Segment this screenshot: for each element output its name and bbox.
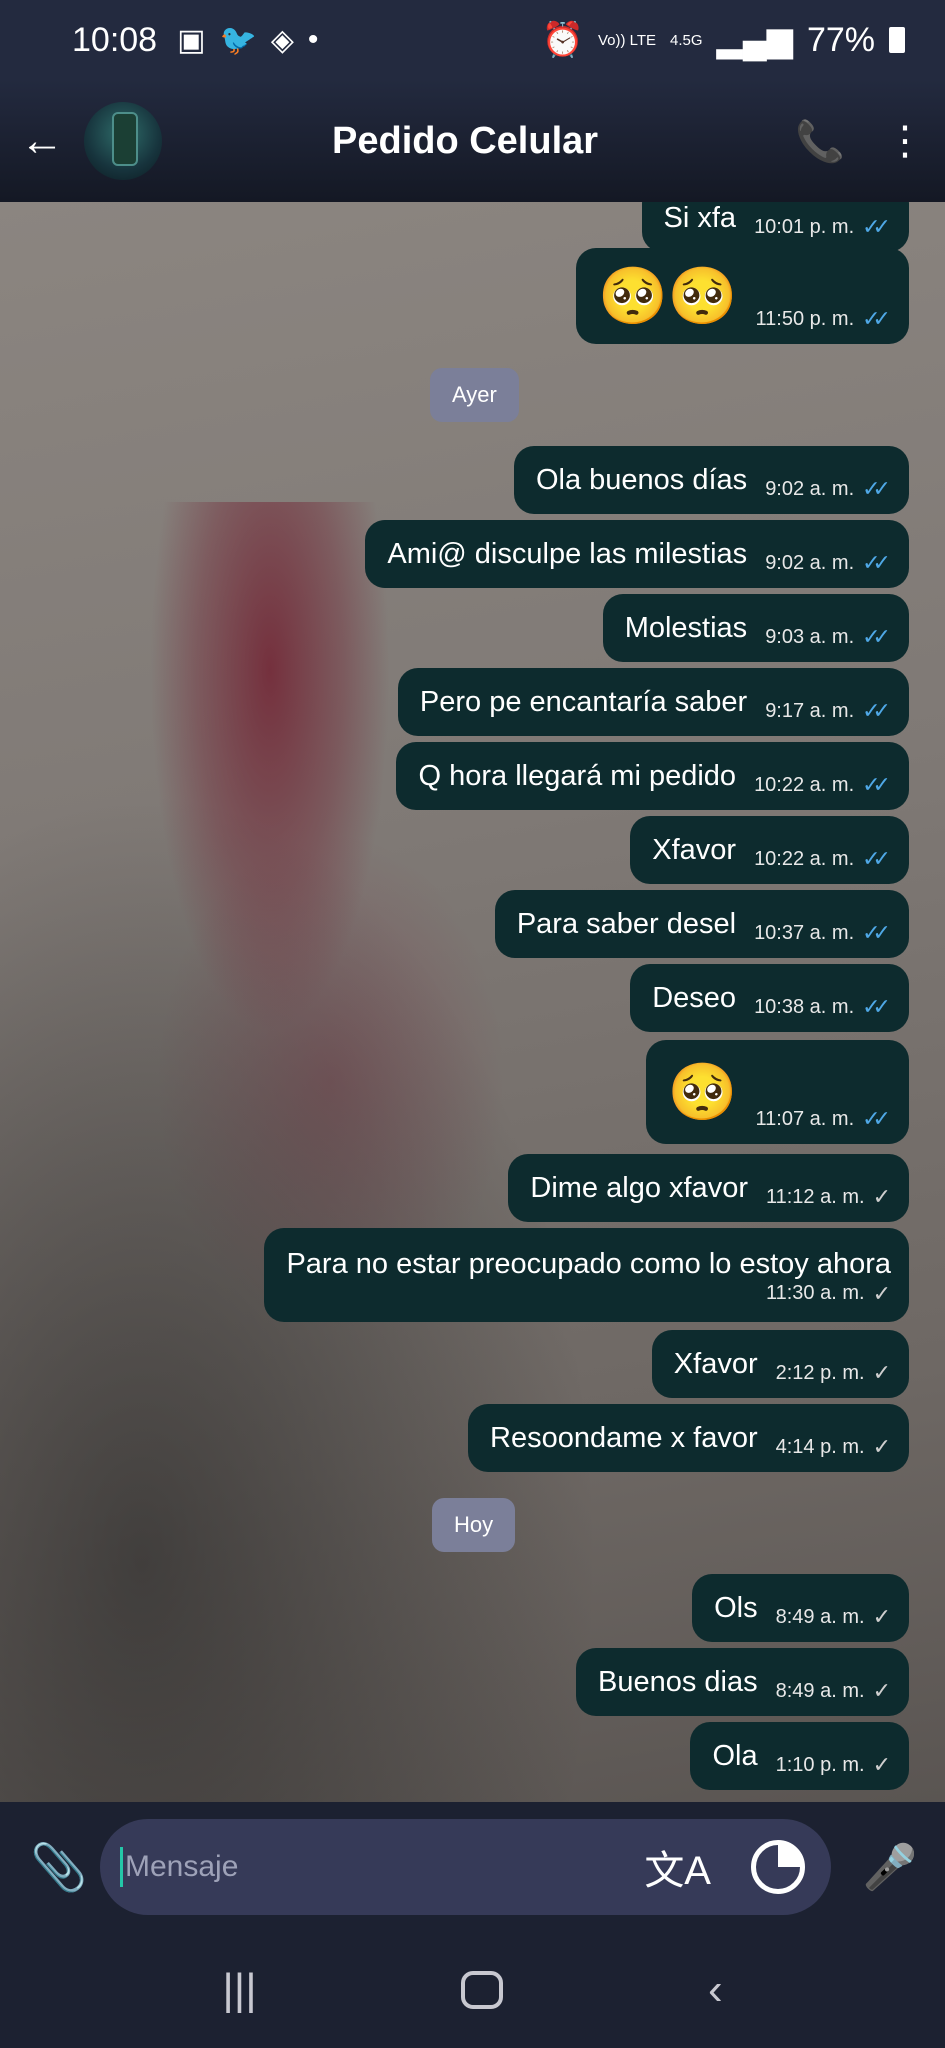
sent-tick-icon: ✓ xyxy=(872,1360,891,1385)
read-receipt-icon: ✓✓ xyxy=(862,1106,891,1131)
sent-tick-icon: ✓ xyxy=(872,1184,891,1209)
chat-title[interactable]: Pedido Celular xyxy=(332,120,755,163)
image-icon: ▣ xyxy=(177,23,206,57)
message-bubble[interactable]: Xfavor 2:12 p. m. ✓ xyxy=(651,1330,909,1398)
back-arrow-icon[interactable]: ← xyxy=(20,116,70,166)
read-receipt-icon: ✓✓ xyxy=(862,994,891,1019)
date-divider: Ayer xyxy=(430,368,519,422)
alarm-icon: ⏰ xyxy=(541,21,584,59)
date-divider: Hoy xyxy=(432,1498,516,1552)
battery-icon xyxy=(889,27,905,53)
network-label: Vo)) LTE xyxy=(597,31,657,49)
read-receipt-icon: ✓✓ xyxy=(862,214,891,239)
message-bubble[interactable]: Molestias 9:03 a. m. ✓✓ xyxy=(602,594,909,662)
status-time: 10:08 xyxy=(72,20,158,59)
home-icon[interactable] xyxy=(461,1971,504,2009)
twitter-icon: 🐦 xyxy=(219,23,257,57)
signal-icon: ▂▄▆ xyxy=(716,21,793,59)
attach-icon[interactable]: 📎 xyxy=(30,1840,100,1895)
sent-tick-icon: ✓ xyxy=(872,1678,891,1703)
read-receipt-icon: ✓✓ xyxy=(862,550,891,575)
composer: 📎 文A 🎤 xyxy=(0,1802,945,1932)
message-field[interactable]: 文A xyxy=(100,1819,831,1915)
message-bubble[interactable]: 🥺🥺 11:50 p. m. ✓✓ xyxy=(576,248,909,344)
message-bubble[interactable]: 🥺 11:07 a. m. ✓✓ xyxy=(645,1040,909,1144)
read-receipt-icon: ✓✓ xyxy=(862,772,891,797)
dot-icon: • xyxy=(307,23,319,56)
sent-tick-icon: ✓ xyxy=(872,1752,891,1777)
chat-header: ← Pedido Celular 📞 ⋮ xyxy=(0,80,945,202)
system-navbar: ||| ‹ xyxy=(0,1932,945,2048)
message-bubble[interactable]: Q hora llegará mi pedido 10:22 a. m. ✓✓ xyxy=(396,742,909,810)
message-bubble[interactable]: Resoondame x favor 4:14 p. m. ✓ xyxy=(468,1404,909,1472)
microphone-icon[interactable]: 🎤 xyxy=(855,1841,925,1893)
message-bubble[interactable]: Ami@ disculpe las milestias 9:02 a. m. ✓✓ xyxy=(365,520,909,588)
message-bubble[interactable]: Ola buenos días 9:02 a. m. ✓✓ xyxy=(513,446,909,514)
read-receipt-icon: ✓✓ xyxy=(862,920,891,945)
status-bar: 10:08 ▣ 🐦 ◈ • ⏰ Vo)) LTE 4.5G ▂▄▆ 77% xyxy=(0,0,945,80)
app-icon: ◈ xyxy=(270,23,294,57)
read-receipt-icon: ✓✓ xyxy=(862,476,891,501)
add-call-icon[interactable]: 📞 xyxy=(795,118,845,165)
message-bubble[interactable]: Pero pe encantaría saber 9:17 a. m. ✓✓ xyxy=(397,668,909,736)
message-bubble[interactable]: Xfavor 10:22 a. m. ✓✓ xyxy=(630,816,909,884)
message-bubble[interactable]: Ols 8:49 a. m. ✓ xyxy=(692,1574,909,1642)
message-input[interactable] xyxy=(125,1850,605,1884)
recent-apps-icon[interactable]: ||| xyxy=(222,1965,256,2015)
message-bubble[interactable]: Buenos dias 8:49 a. m. ✓ xyxy=(576,1648,909,1716)
message-bubble[interactable]: Si xfa 10:01 p. m. ✓✓ xyxy=(641,202,909,252)
message-bubble[interactable]: Ola 1:10 p. m. ✓ xyxy=(690,1722,909,1790)
battery-level: 77% xyxy=(806,20,875,59)
sent-tick-icon: ✓ xyxy=(872,1604,891,1629)
message-bubble[interactable]: Para no estar preocupado como lo estoy a… xyxy=(264,1228,909,1322)
avatar[interactable] xyxy=(84,102,162,180)
translate-icon[interactable]: 文A xyxy=(644,1838,711,1896)
sent-tick-icon: ✓ xyxy=(872,1434,891,1459)
read-receipt-icon: ✓✓ xyxy=(862,306,891,331)
sent-tick-icon: ✓ xyxy=(872,1280,891,1306)
read-receipt-icon: ✓✓ xyxy=(862,624,891,649)
message-bubble[interactable]: Para saber desel 10:37 a. m. ✓✓ xyxy=(494,890,909,958)
wallpaper-photo xyxy=(140,502,400,1062)
text-cursor xyxy=(120,1847,123,1887)
read-receipt-icon: ✓✓ xyxy=(862,698,891,723)
more-options-icon[interactable]: ⋮ xyxy=(885,118,925,164)
read-receipt-icon: ✓✓ xyxy=(862,846,891,871)
message-bubble[interactable]: Dime algo xfavor 11:12 a. m. ✓ xyxy=(508,1154,909,1222)
back-nav-icon[interactable]: ‹ xyxy=(708,1965,723,2015)
network-speed: 4.5G xyxy=(670,31,703,49)
sticker-icon[interactable] xyxy=(751,1840,805,1894)
message-bubble[interactable]: Deseo 10:38 a. m. ✓✓ xyxy=(630,964,909,1032)
chat-area[interactable]: Si xfa 10:01 p. m. ✓✓ 🥺🥺 11:50 p. m. ✓✓ Ay… xyxy=(0,202,945,1802)
